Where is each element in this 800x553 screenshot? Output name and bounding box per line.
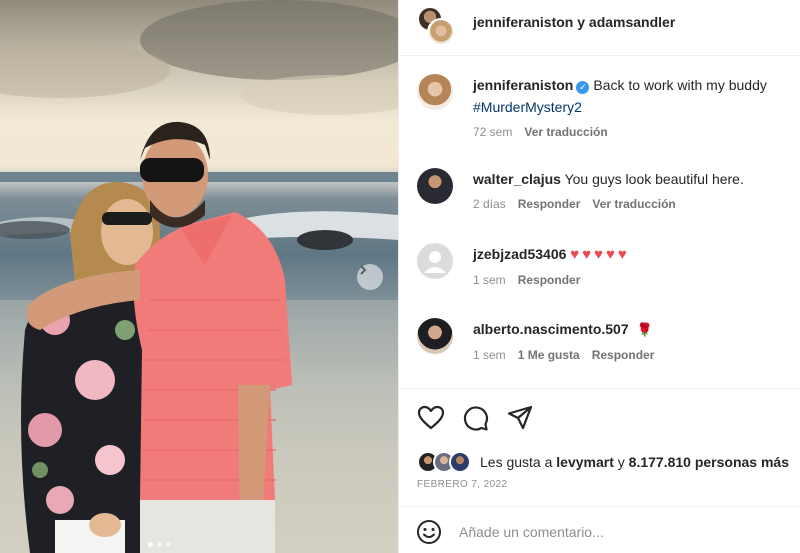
heart-icon[interactable] (417, 404, 445, 432)
comment-time[interactable]: 1 sem (473, 348, 506, 362)
avatar[interactable] (417, 168, 453, 204)
caption-text: Back to work with my buddy (593, 77, 767, 93)
add-comment-bar (399, 506, 800, 553)
likes-first-user[interactable]: levymart (556, 454, 614, 470)
comment-likes[interactable]: 1 Me gusta (518, 348, 580, 362)
likes-prefix: Les gusta a (480, 454, 553, 470)
avatar[interactable] (417, 318, 453, 354)
reply-button[interactable]: Responder (518, 197, 581, 211)
comment-text: 🌹 (636, 322, 653, 337)
comment-username[interactable]: walter_clajus (473, 171, 561, 187)
comment-text: ♥♥♥♥♥ (570, 246, 630, 263)
carousel-indicator (148, 542, 171, 547)
carousel-dot (148, 542, 153, 547)
post-actions-bar (399, 388, 800, 444)
comment-username[interactable]: jzebjzad53406 (473, 246, 566, 262)
comment-time[interactable]: 2 días (473, 197, 506, 211)
translate-link[interactable]: Ver traducción (524, 125, 607, 139)
avatar (449, 451, 471, 473)
photo-illustration (0, 0, 398, 553)
reply-button[interactable]: Responder (518, 273, 581, 287)
post-header: jenniferaniston y adamsandler (399, 0, 800, 56)
carousel-dot (157, 542, 162, 547)
comment-time[interactable]: 1 sem (473, 273, 506, 287)
paper-plane-icon[interactable] (506, 404, 534, 432)
post-side-panel: jenniferaniston y adamsandler jenniferan… (398, 0, 800, 553)
default-user-icon (424, 251, 446, 273)
likes-connector: y (617, 454, 625, 470)
translate-link[interactable]: Ver traducción (592, 197, 675, 211)
reply-button[interactable]: Responder (592, 348, 655, 362)
avatar[interactable] (427, 18, 455, 46)
likes-summary[interactable]: Les gusta a levymart y 8.177.810 persona… (417, 451, 800, 475)
comment-icon[interactable] (461, 404, 489, 432)
collab-avatars[interactable] (417, 6, 457, 46)
caption-hashtag[interactable]: #MurderMystery2 (473, 99, 582, 115)
carousel-dot (166, 542, 171, 547)
emoji-icon[interactable] (416, 519, 442, 545)
avatar[interactable] (417, 243, 453, 279)
likes-text: Les gusta a levymart y 8.177.810 persona… (480, 454, 789, 470)
post-accounts-title[interactable]: jenniferaniston y adamsandler (473, 14, 675, 30)
post-photo[interactable] (0, 0, 398, 553)
carousel-next-button[interactable] (357, 264, 383, 290)
avatar[interactable] (417, 74, 453, 110)
comment-input[interactable] (459, 519, 789, 545)
caption-time[interactable]: 72 sem (473, 125, 512, 139)
caption-username[interactable]: jenniferaniston (473, 77, 573, 93)
likes-count[interactable]: 8.177.810 personas más (629, 454, 789, 470)
post-date[interactable]: FEBRERO 7, 2022 (417, 479, 507, 490)
comment-text: You guys look beautiful here. (564, 171, 744, 187)
verified-badge-icon: ✓ (576, 81, 590, 94)
chevron-right-icon (360, 265, 367, 275)
liker-avatars (417, 451, 477, 473)
comment-username[interactable]: alberto.nascimento.507 (473, 321, 629, 337)
